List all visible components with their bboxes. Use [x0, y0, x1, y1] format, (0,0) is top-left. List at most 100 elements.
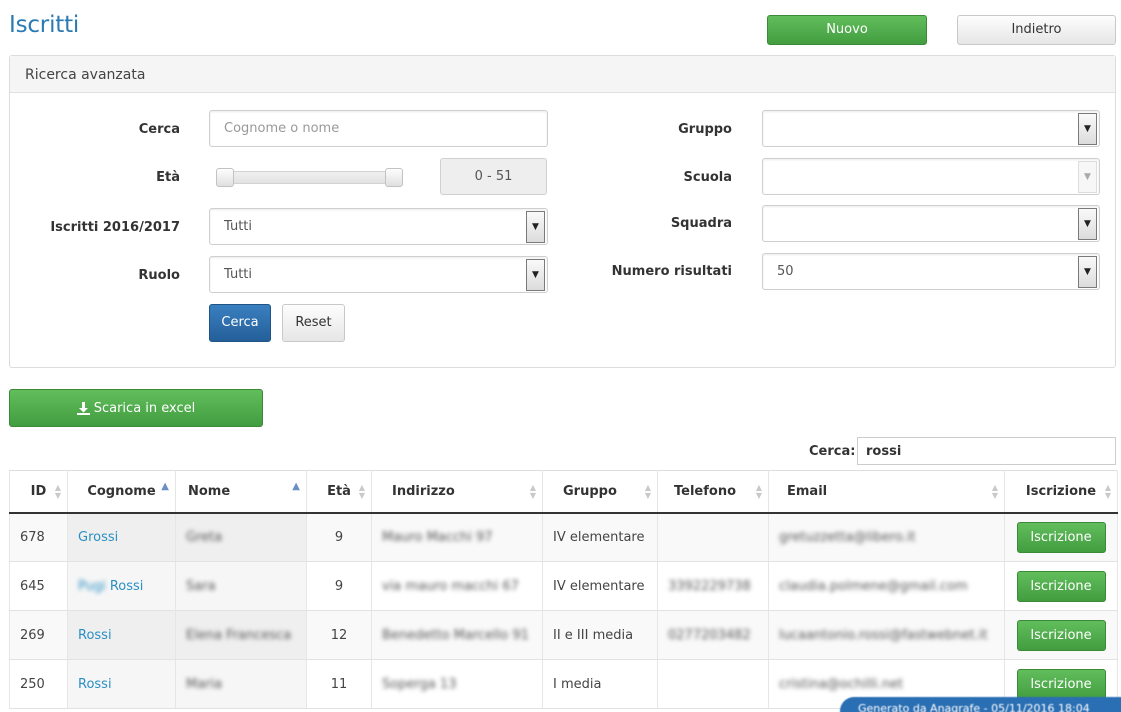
enrolled-label: Iscritti 2016/2017: [50, 220, 180, 235]
page-title: Iscritti: [9, 12, 80, 38]
cell-cognome-link[interactable]: Rossi: [67, 610, 176, 660]
chevron-down-icon: ▼: [526, 259, 545, 291]
school-label: Scuola: [683, 170, 732, 185]
cell-eta: 12: [306, 610, 372, 660]
chevron-down-icon: ▼: [1078, 256, 1097, 288]
cell-cognome-link[interactable]: Rossi: [67, 659, 176, 709]
column-header-cognome[interactable]: Cognome ▲: [67, 470, 176, 514]
enroll-button[interactable]: Iscrizione: [1016, 570, 1106, 602]
cell-indirizzo: Mauro Macchi 97: [371, 512, 543, 562]
search-submit-button[interactable]: Cerca: [209, 304, 271, 342]
table-row: 269 Rossi Elena Francesca 12 Benedetto M…: [9, 610, 1118, 660]
age-slider-track[interactable]: [216, 171, 402, 184]
table-row: 678 Grossi Greta 9 Mauro Macchi 97 IV el…: [9, 512, 1118, 562]
column-header-nome[interactable]: Nome ▲: [175, 470, 307, 514]
cell-eta: 9: [306, 512, 372, 562]
enroll-button[interactable]: Iscrizione: [1016, 619, 1106, 651]
age-label: Età: [156, 170, 180, 185]
age-slider-max-handle[interactable]: [385, 168, 403, 187]
enroll-button[interactable]: Iscrizione: [1016, 668, 1106, 700]
cell-telefono: [657, 512, 769, 562]
results-count-label: Numero risultati: [611, 264, 732, 279]
cell-id: 250: [9, 659, 68, 709]
cell-id: 645: [9, 561, 68, 611]
cell-id: 678: [9, 512, 68, 562]
cell-nome: Elena Francesca: [175, 610, 307, 660]
enroll-button[interactable]: Iscrizione: [1016, 521, 1106, 553]
cell-nome: Greta: [175, 512, 307, 562]
cell-action: Iscrizione: [1004, 561, 1118, 611]
column-header-eta[interactable]: Età ▲ ▼: [306, 470, 372, 514]
members-table: ID ▲ ▼ Cognome ▲ Nome ▲ Età ▲ ▼ Indirizzo ▲ ▼ Gr…: [9, 470, 1118, 709]
results-count-select[interactable]: 50 ▼: [762, 253, 1100, 290]
back-button[interactable]: Indietro: [957, 15, 1116, 45]
age-slider-min-handle[interactable]: [216, 168, 234, 187]
sort-icon: ▲ ▼: [991, 483, 998, 500]
column-header-iscrizione[interactable]: Iscrizione ▲ ▼: [1004, 470, 1118, 514]
cell-action: Iscrizione: [1004, 512, 1118, 562]
cell-indirizzo: via mauro macchi 67: [371, 561, 543, 611]
column-header-telefono[interactable]: Telefono ▲ ▼: [657, 470, 769, 514]
team-label: Squadra: [670, 216, 732, 231]
results-count-value: 50: [777, 264, 794, 279]
enrolled-select[interactable]: Tutti ▼: [209, 208, 548, 245]
cell-id: 269: [9, 610, 68, 660]
cell-indirizzo: Soperga 13: [371, 659, 543, 709]
sort-icon: ▲ ▼: [529, 483, 536, 500]
download-icon: [76, 401, 90, 415]
chevron-down-icon: ▼: [1078, 113, 1097, 145]
cell-telefono: 0277203482: [657, 610, 769, 660]
age-range-display: 0 - 51: [440, 158, 547, 195]
cell-gruppo: II e III media: [542, 610, 658, 660]
reset-button[interactable]: Reset: [282, 304, 345, 342]
chevron-down-icon: ▼: [1078, 161, 1097, 193]
role-label: Ruolo: [138, 268, 180, 283]
cell-action: Iscrizione: [1004, 610, 1118, 660]
cell-gruppo: IV elementare: [542, 512, 658, 562]
sort-ascending-icon: ▲: [292, 481, 300, 492]
cell-email: claudia.polmene@gmail.com: [768, 561, 1005, 611]
sort-icon: ▲ ▼: [358, 483, 365, 500]
school-select[interactable]: ▼: [762, 158, 1100, 195]
role-select[interactable]: Tutti ▼: [209, 256, 548, 293]
cell-gruppo: IV elementare: [542, 561, 658, 611]
column-header-indirizzo[interactable]: Indirizzo ▲ ▼: [371, 470, 543, 514]
column-header-email[interactable]: Email ▲ ▼: [768, 470, 1005, 514]
footer-notification: Generato da Anagrafe - 05/11/2016 18:04: [840, 697, 1121, 712]
table-search-label: Cerca:: [809, 444, 856, 459]
cell-nome: Sara: [175, 561, 307, 611]
role-select-value: Tutti: [224, 267, 253, 282]
advanced-search-title: Ricerca avanzata: [10, 56, 1115, 93]
column-header-id[interactable]: ID ▲ ▼: [9, 470, 68, 514]
cell-nome: Maria: [175, 659, 307, 709]
cell-telefono: 3392229738: [657, 561, 769, 611]
cell-eta: 11: [306, 659, 372, 709]
sort-icon: ▲ ▼: [1104, 483, 1111, 500]
new-button[interactable]: Nuovo: [767, 15, 927, 45]
column-header-gruppo[interactable]: Gruppo ▲ ▼: [542, 470, 658, 514]
cell-indirizzo: Benedetto Marcello 91: [371, 610, 543, 660]
team-select[interactable]: ▼: [762, 205, 1100, 242]
sort-icon: ▲ ▼: [644, 483, 651, 500]
sort-icon: ▲ ▼: [755, 483, 762, 500]
download-excel-label: Scarica in excel: [93, 400, 196, 416]
group-select[interactable]: ▼: [762, 110, 1100, 147]
cell-cognome-link[interactable]: Pugi Rossi: [67, 561, 176, 611]
chevron-down-icon: ▼: [526, 211, 545, 243]
enrolled-select-value: Tutti: [224, 219, 253, 234]
cell-cognome-link[interactable]: Grossi: [67, 512, 176, 562]
group-label: Gruppo: [678, 122, 732, 137]
cell-eta: 9: [306, 561, 372, 611]
table-header-row: ID ▲ ▼ Cognome ▲ Nome ▲ Età ▲ ▼ Indirizzo ▲ ▼ Gr…: [9, 470, 1118, 514]
cell-gruppo: I media: [542, 659, 658, 709]
cell-email: lucaantonio.rossi@fastwebnet.it: [768, 610, 1005, 660]
sort-icon: ▲ ▼: [54, 483, 61, 500]
sort-ascending-icon: ▲: [161, 481, 169, 492]
chevron-down-icon: ▼: [1078, 208, 1097, 240]
table-search-input[interactable]: rossi: [857, 437, 1116, 465]
search-input[interactable]: Cognome o nome: [209, 110, 548, 147]
search-label: Cerca: [138, 122, 180, 137]
table-row: 645 Pugi Rossi Sara 9 via mauro macchi 6…: [9, 561, 1118, 611]
download-excel-button[interactable]: Scarica in excel: [9, 389, 263, 427]
cell-telefono: [657, 659, 769, 709]
